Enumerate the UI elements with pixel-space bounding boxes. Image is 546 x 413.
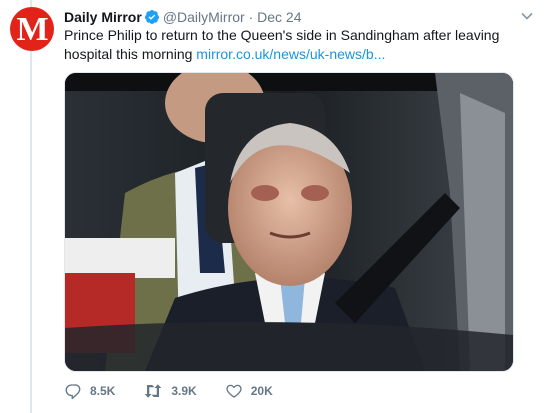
reply-icon bbox=[65, 384, 81, 400]
reply-count: 8.5K bbox=[90, 384, 116, 398]
reply-button[interactable]: 8.5K bbox=[64, 382, 115, 400]
header-separator: · bbox=[248, 9, 254, 25]
tweet-link[interactable]: mirror.co.uk/news/uk-news/b... bbox=[196, 46, 385, 62]
tweet-photo[interactable] bbox=[64, 72, 514, 372]
avatar-logo: M bbox=[16, 11, 48, 48]
heart-icon bbox=[226, 384, 242, 398]
like-count: 20K bbox=[250, 384, 273, 398]
retweet-icon bbox=[145, 384, 162, 398]
tweet-actions: 8.5K 3.9K 20K bbox=[64, 382, 301, 400]
retweet-count: 3.9K bbox=[171, 384, 197, 398]
like-button[interactable]: 20K bbox=[225, 382, 273, 400]
tweet-date[interactable]: Dec 24 bbox=[257, 9, 301, 25]
author-name[interactable]: Daily Mirror bbox=[64, 9, 142, 25]
thread-line bbox=[30, 0, 32, 413]
author-handle[interactable]: @DailyMirror bbox=[163, 9, 245, 25]
tweet-text: Prince Philip to return to the Queen's s… bbox=[64, 26, 524, 64]
avatar[interactable]: M bbox=[10, 7, 54, 51]
retweet-button[interactable]: 3.9K bbox=[143, 382, 197, 400]
